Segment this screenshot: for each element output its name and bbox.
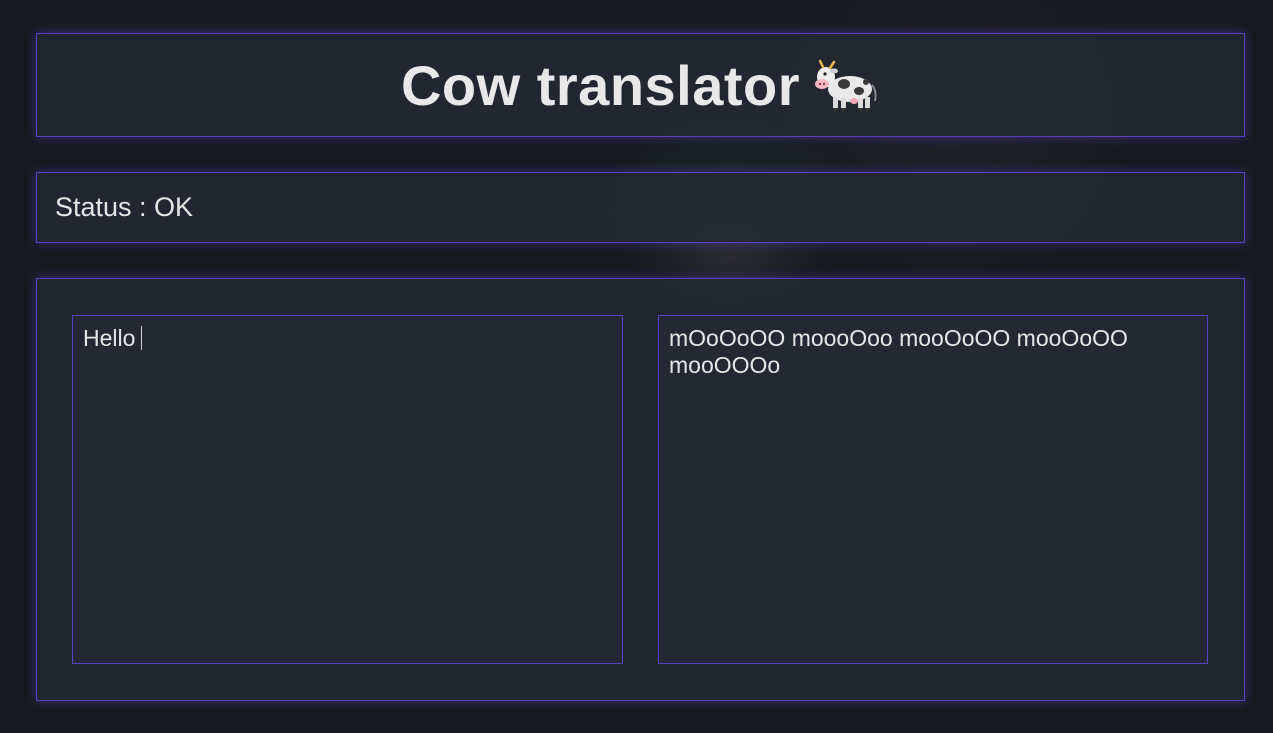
status-text: Status : OK xyxy=(55,192,194,222)
cow-icon xyxy=(814,57,880,113)
translator-panel: Hello mOoOoOO moooOoo mooOoOO mooOoOO mo… xyxy=(36,278,1245,701)
output-text: mOoOoOO moooOoo mooOoOO mooOoOO mooOOOo xyxy=(669,325,1128,378)
output-textarea[interactable]: mOoOoOO moooOoo mooOoOO mooOoOO mooOOOo xyxy=(658,315,1208,664)
text-caret xyxy=(141,326,143,350)
header-panel: Cow translator xyxy=(36,33,1245,137)
page-title: Cow translator xyxy=(401,53,880,118)
input-textarea[interactable]: Hello xyxy=(72,315,623,664)
input-text: Hello xyxy=(83,325,136,351)
title-text: Cow translator xyxy=(400,53,801,117)
status-panel: Status : OK xyxy=(36,172,1245,243)
